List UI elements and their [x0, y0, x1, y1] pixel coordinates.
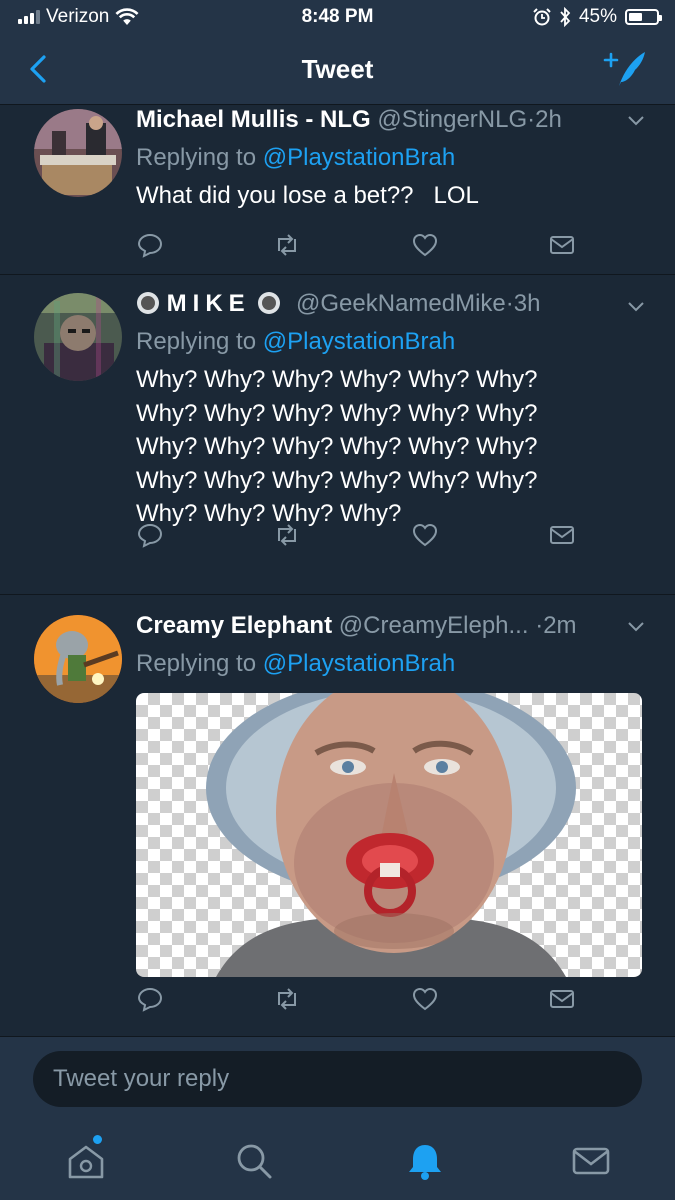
- timestamp: 3h: [513, 290, 541, 317]
- reply-composer-bar: [0, 1036, 675, 1122]
- reply-icon[interactable]: [136, 231, 164, 259]
- avatar[interactable]: [34, 109, 122, 197]
- tweet-card[interactable]: MIKE @GeekNamedMike·3h Replying to @Play…: [0, 275, 675, 595]
- user-handle[interactable]: @GeekNamedMike: [296, 290, 506, 317]
- search-icon[interactable]: [232, 1139, 276, 1183]
- direct-message-icon[interactable]: [548, 231, 576, 259]
- tweet-header: Creamy Elephant @CreamyEleph... ·2m: [136, 611, 645, 641]
- tweet-media-image[interactable]: [136, 693, 642, 977]
- tweet-header: Michael Mullis - NLG @StingerNLG·2h: [136, 105, 645, 135]
- messages-envelope-icon[interactable]: [569, 1139, 613, 1183]
- display-name[interactable]: Creamy Elephant: [136, 612, 332, 639]
- record-button-icon: [137, 292, 159, 314]
- tweet-actions: [136, 521, 576, 549]
- replying-to-label: Replying to: [136, 144, 257, 171]
- tweet-text-line: Why? Why? Why? Why? Why? Why?: [136, 433, 538, 460]
- chevron-down-icon[interactable]: [625, 295, 647, 317]
- direct-message-icon[interactable]: [548, 521, 576, 549]
- replying-to-label: Replying to: [136, 328, 257, 355]
- mention-link[interactable]: @PlaystationBrah: [263, 328, 455, 355]
- replying-to: Replying to @PlaystationBrah: [136, 143, 645, 173]
- like-heart-icon[interactable]: [411, 985, 439, 1013]
- tweet-header: MIKE @GeekNamedMike·3h: [136, 289, 645, 319]
- like-heart-icon[interactable]: [411, 231, 439, 259]
- mention-link[interactable]: @PlaystationBrah: [263, 144, 455, 171]
- reply-icon[interactable]: [136, 985, 164, 1013]
- tweet-card[interactable]: Michael Mullis - NLG @StingerNLG·2h Repl…: [0, 105, 675, 275]
- retweet-icon[interactable]: [273, 985, 301, 1013]
- tweet-text-line: Why? Why? Why? Why? Why? Why?: [136, 399, 538, 427]
- page-title: Tweet: [301, 54, 374, 84]
- reply-timeline: Michael Mullis - NLG @StingerNLG·2h Repl…: [0, 105, 675, 1036]
- tweet-card[interactable]: Creamy Elephant @CreamyEleph... ·2m Repl…: [0, 595, 675, 1036]
- chevron-down-icon[interactable]: [625, 109, 647, 131]
- unread-dot-indicator: [93, 1135, 102, 1144]
- display-name[interactable]: Michael Mullis - NLG: [136, 106, 371, 133]
- replying-to: Replying to @PlaystationBrah: [136, 327, 645, 357]
- replying-to: Replying to @PlaystationBrah: [136, 649, 645, 679]
- navigation-bar: Tweet: [0, 38, 675, 105]
- battery-icon: [625, 9, 662, 25]
- user-handle[interactable]: @CreamyEleph...: [339, 612, 529, 639]
- direct-message-icon[interactable]: [548, 985, 576, 1013]
- chevron-down-icon[interactable]: [625, 615, 647, 637]
- timestamp: 2h: [535, 106, 562, 133]
- bottom-tab-bar: [0, 1121, 675, 1200]
- separator-dot: ·: [527, 106, 536, 133]
- home-icon[interactable]: [64, 1139, 108, 1183]
- separator-dot: ·: [535, 612, 544, 639]
- avatar[interactable]: [34, 615, 122, 703]
- display-name[interactable]: MIKE: [167, 290, 251, 317]
- baby-bonnet-man-image: [206, 693, 576, 977]
- tweet-actions: [136, 985, 576, 1013]
- status-bar: Verizon 8:48 PM 45%: [0, 0, 675, 38]
- compose-tweet-icon[interactable]: [603, 48, 649, 90]
- mention-link[interactable]: @PlaystationBrah: [263, 650, 455, 677]
- separator-dot: ·: [505, 290, 514, 317]
- battery-percent: 45%: [578, 6, 617, 27]
- like-heart-icon[interactable]: [411, 521, 439, 549]
- timestamp: 2m: [543, 612, 577, 639]
- tweet-actions: [136, 231, 576, 259]
- notifications-bell-icon[interactable]: [403, 1139, 447, 1183]
- retweet-icon[interactable]: [273, 231, 301, 259]
- tweet-text: What did you lose a bet?? LOL: [136, 182, 479, 209]
- replying-to-label: Replying to: [136, 650, 257, 677]
- retweet-icon[interactable]: [273, 521, 301, 549]
- tweet-text: Why? Why? Why? Why? Why? Why? Why? Why? …: [136, 363, 645, 531]
- bluetooth-icon: [560, 7, 571, 27]
- alarm-icon: [533, 8, 551, 26]
- user-handle[interactable]: @StingerNLG: [377, 106, 527, 133]
- reply-icon[interactable]: [136, 521, 164, 549]
- reply-input[interactable]: [33, 1051, 642, 1107]
- status-right: 45%: [533, 6, 662, 28]
- tweet-text-line: Why? Why? Why? Why? Why? Why?: [136, 466, 538, 494]
- avatar[interactable]: [34, 293, 122, 381]
- record-button-icon: [258, 292, 281, 314]
- tweet-text-line: Why? Why? Why? Why? Why? Why?: [136, 366, 538, 393]
